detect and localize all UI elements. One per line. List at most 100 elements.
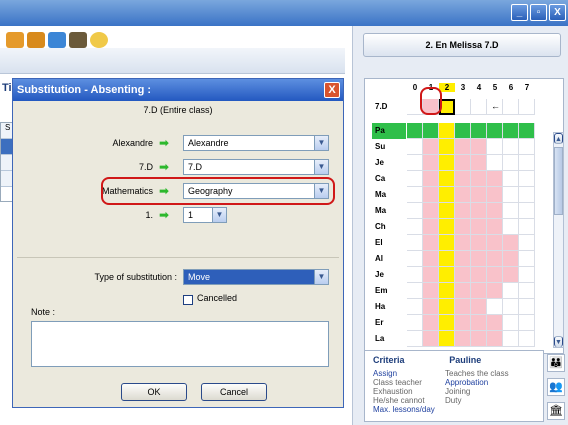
teacher-icon[interactable] [27,32,45,48]
teacher-timetable-cell[interactable] [503,299,519,315]
teacher-timetable-cell[interactable] [455,171,471,187]
building-icon[interactable]: 🏛 [547,402,565,420]
teacher-row-label[interactable]: Ch [372,219,406,235]
period-select[interactable]: 1 ▼ [183,207,227,223]
teacher-row-label[interactable]: Al [372,251,406,267]
teacher-timetable-cell[interactable] [439,123,455,139]
teacher-timetable-cell[interactable] [519,219,535,235]
teacher-timetable-cell[interactable] [519,267,535,283]
teacher-timetable-cell[interactable] [439,139,455,155]
teacher-select[interactable]: Alexandre ▼ [183,135,329,151]
timetable-scrollbar[interactable]: ▲ ▼ [553,132,564,348]
dialog-close-button[interactable]: X [324,82,340,98]
teacher-timetable-cell[interactable] [423,123,439,139]
teacher-timetable-cell[interactable] [455,235,471,251]
teacher-timetable-cell[interactable] [439,219,455,235]
scroll-up-button[interactable]: ▲ [554,133,563,144]
teacher-timetable-cell[interactable] [487,299,503,315]
note-textarea[interactable] [31,321,329,367]
teacher-timetable-cell[interactable] [455,187,471,203]
teacher-timetable-cell[interactable] [503,315,519,331]
chevron-down-icon[interactable]: ▼ [212,208,226,222]
teacher-timetable-cell[interactable] [455,283,471,299]
teacher-timetable-cell[interactable] [423,315,439,331]
teacher-row-label[interactable]: Ha [372,299,406,315]
teacher-timetable-cell[interactable] [455,155,471,171]
teacher-timetable-cell[interactable] [455,123,471,139]
teacher-timetable-cell[interactable] [423,283,439,299]
teacher-timetable-cell[interactable] [487,139,503,155]
teacher-timetable-cell[interactable] [503,219,519,235]
teacher-timetable-cell[interactable] [503,171,519,187]
teacher-timetable-cell[interactable] [423,203,439,219]
teacher-timetable-cell[interactable] [439,171,455,187]
teacher-timetable-cell[interactable] [471,315,487,331]
teacher-timetable-cell[interactable] [439,203,455,219]
teacher-timetable-cell[interactable] [455,139,471,155]
teacher-timetable-cell[interactable] [487,251,503,267]
teacher-timetable-cell[interactable] [487,219,503,235]
teacher-timetable-cell[interactable] [455,251,471,267]
teacher-timetable-cell[interactable] [439,315,455,331]
teacher-timetable-cell[interactable] [471,267,487,283]
teacher-timetable-cell[interactable] [471,251,487,267]
teacher-row-label[interactable]: Ca [372,171,406,187]
teacher-timetable-cell[interactable] [487,171,503,187]
teacher-timetable-cell[interactable] [519,171,535,187]
teacher-timetable-cell[interactable] [487,123,503,139]
close-window-button[interactable]: X [549,4,566,21]
teacher-timetable-cell[interactable] [423,235,439,251]
teacher-timetable-cell[interactable] [439,235,455,251]
teacher-timetable-cell[interactable] [407,187,423,203]
restore-button[interactable]: ▫ [530,4,547,21]
teacher-timetable-cell[interactable] [503,155,519,171]
teacher-timetable-cell[interactable] [503,235,519,251]
teacher-timetable-cell[interactable] [423,299,439,315]
teacher-timetable-cell[interactable] [503,139,519,155]
teacher-timetable-cell[interactable] [471,283,487,299]
cancel-button[interactable]: Cancel [201,383,267,401]
teacher-timetable-cell[interactable] [519,299,535,315]
criteria-item[interactable]: Max. lessons/day [373,405,443,414]
teacher-timetable-cell[interactable] [471,139,487,155]
teacher-row-label[interactable]: Em [372,283,406,299]
chevron-down-icon[interactable]: ▼ [314,270,328,284]
teacher-timetable-cell[interactable] [423,267,439,283]
teacher-timetable-cell[interactable] [439,283,455,299]
teacher-timetable-cell[interactable] [471,203,487,219]
class-timetable-cell[interactable] [519,99,535,115]
teacher-timetable-cell[interactable] [407,219,423,235]
teacher-timetable-cell[interactable] [471,235,487,251]
teacher-row-label[interactable]: Ma [372,203,406,219]
teacher-timetable-cell[interactable] [503,203,519,219]
scroll-down-button[interactable]: ▼ [554,336,563,347]
teacher-timetable-cell[interactable] [503,283,519,299]
teacher-timetable-cell[interactable] [487,331,503,347]
teacher-timetable-cell[interactable] [519,155,535,171]
teacher-timetable-cell[interactable] [439,155,455,171]
teacher-timetable-cell[interactable] [471,331,487,347]
teacher-timetable-cell[interactable] [423,219,439,235]
teacher-timetable-cell[interactable] [407,251,423,267]
teacher-timetable-cell[interactable] [487,283,503,299]
teacher-row-label[interactable]: Je [372,267,406,283]
teacher-timetable-cell[interactable] [407,267,423,283]
person-pin-icon[interactable] [69,32,87,48]
teacher-timetable-cell[interactable] [455,203,471,219]
teacher-timetable-cell[interactable] [455,331,471,347]
chevron-down-icon[interactable]: ▼ [314,136,328,150]
teacher-timetable-cell[interactable] [455,315,471,331]
scroll-thumb[interactable] [554,147,563,215]
teacher-timetable-cell[interactable] [471,123,487,139]
teacher-timetable-cell[interactable] [519,235,535,251]
criteria-assign[interactable]: Assign [373,369,443,378]
teacher-timetable-cell[interactable] [407,235,423,251]
teacher-timetable-cell[interactable] [519,251,535,267]
teacher-timetable-cell[interactable] [407,171,423,187]
teacher-timetable-cell[interactable] [519,283,535,299]
people-icon[interactable] [6,32,24,48]
teacher-row-label[interactable]: El [372,235,406,251]
teacher-timetable-cell[interactable] [471,187,487,203]
teacher-timetable-cell[interactable] [407,283,423,299]
teacher-timetable-cell[interactable] [423,139,439,155]
